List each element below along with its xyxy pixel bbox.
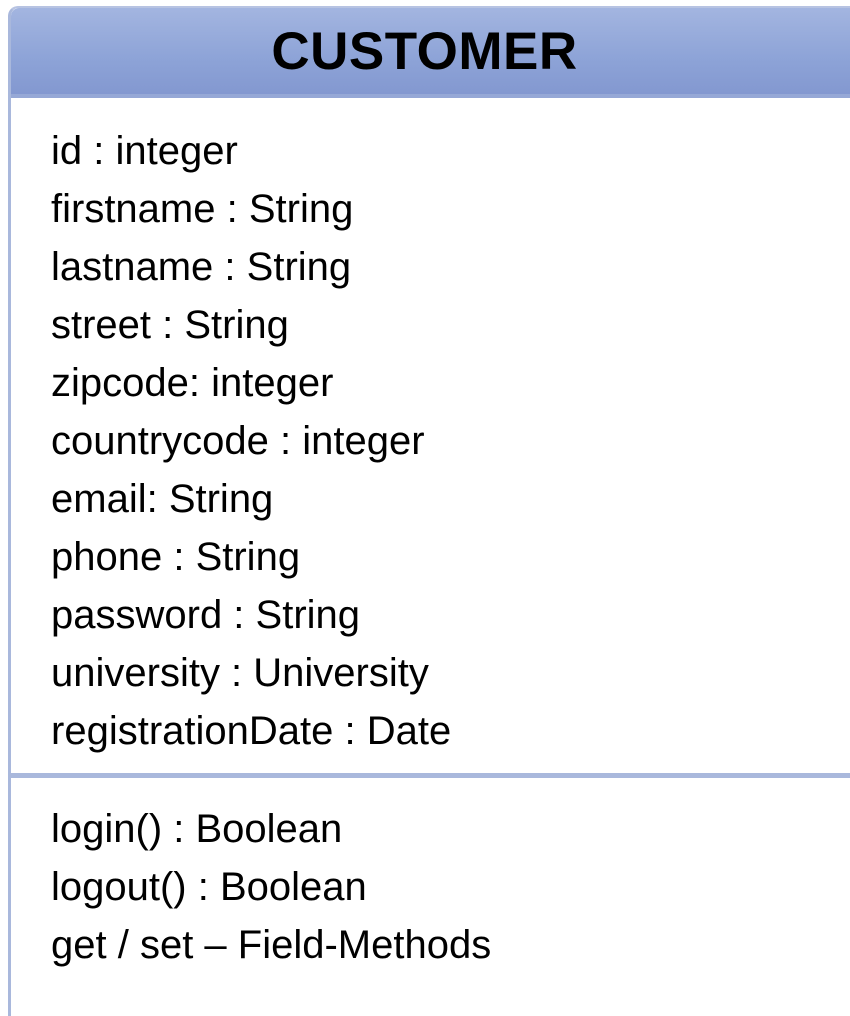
uml-class-box: CUSTOMER id : integer firstname : String… (8, 6, 850, 1016)
operation-login: login() : Boolean (51, 807, 343, 851)
operation-logout: logout() : Boolean (51, 865, 367, 909)
attribute-street: street : String (51, 303, 289, 347)
attribute-id: id : integer (51, 129, 238, 173)
attribute-registration-date: registrationDate : Date (51, 709, 452, 753)
class-header: CUSTOMER (11, 8, 850, 98)
operation-get-set: get / set – Field-Methods (51, 923, 492, 967)
operations-compartment: login() : Boolean logout() : Boolean get… (11, 778, 850, 974)
class-name: CUSTOMER (271, 21, 578, 81)
attribute-phone: phone : String (51, 535, 301, 579)
attribute-email: email: String (51, 477, 274, 521)
attribute-lastname: lastname : String (51, 245, 352, 289)
attribute-password: password : String (51, 593, 361, 637)
attributes-compartment: id : integer firstname : String lastname… (11, 98, 850, 773)
attribute-zipcode: zipcode: integer (51, 361, 334, 405)
attribute-countrycode: countrycode : integer (51, 419, 425, 463)
attribute-university: university : University (51, 651, 429, 695)
attribute-firstname: firstname : String (51, 187, 354, 231)
